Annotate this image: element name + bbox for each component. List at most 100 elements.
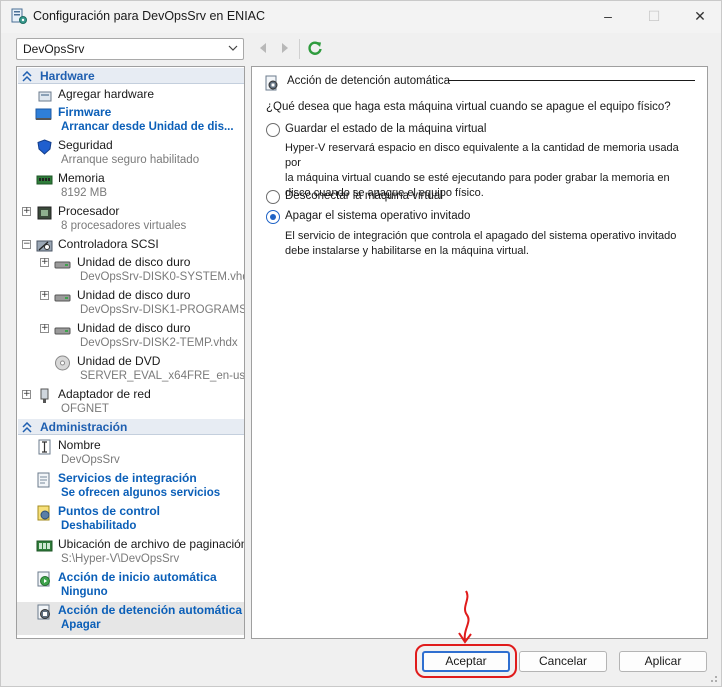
tree-item-sub: DevOpsSrv-DISK0-SYSTEM.vhdx (80, 271, 245, 283)
tree-item-label: Agregar hardware (58, 87, 155, 101)
description-line: Hyper-V reservará espacio en disco equiv… (285, 142, 679, 169)
paging-file-icon (36, 540, 53, 552)
tree-item-name[interactable]: Nombre DevOpsSrv (17, 437, 244, 470)
radio-turn-off[interactable] (266, 190, 280, 204)
tree-item-integration-services[interactable]: Servicios de integración Se ofrecen algu… (17, 470, 244, 503)
description-line: El servicio de integración que controla … (285, 230, 677, 242)
description-line: debe instalarse y habilitarse en la máqu… (285, 245, 529, 257)
vm-selector[interactable]: DevOpsSrv (16, 38, 244, 60)
tree-item-sub: DevOpsSrv-DISK2-TEMP.vhdx (80, 337, 238, 349)
tree-item-label: Adaptador de red (58, 387, 151, 401)
tree-item-dvd[interactable]: Unidad de DVD SERVER_EVAL_x64FRE_en-us..… (17, 353, 244, 386)
tree-item-sub: Apagar (61, 619, 101, 631)
option-save-state-label[interactable]: Guardar el estado de la máquina virtual (285, 123, 486, 135)
option-shutdown-guest-description: El servicio de integración que controla … (285, 229, 695, 259)
tree-item-sub: S:\Hyper-V\DevOpsSrv (61, 553, 180, 565)
hardware-section-header[interactable]: Hardware (18, 68, 244, 84)
hard-disk-icon (54, 261, 71, 269)
tree-item-sub: Arrancar desde Unidad de dis... (61, 121, 234, 133)
tree-item-sub: Arranque seguro habilitado (61, 154, 200, 166)
forward-arrow-icon[interactable] (280, 42, 290, 54)
tree-item-checkpoints[interactable]: Puntos de control Deshabilitado (17, 503, 244, 536)
tree-item-hard-disk-0[interactable]: + Unidad de disco duro DevOpsSrv-DISK0-S… (17, 254, 244, 287)
hard-disk-icon (54, 327, 71, 335)
tree-item-sub: Se ofrecen algunos servicios (61, 487, 221, 499)
tree-item-label: Controladora SCSI (58, 237, 159, 251)
vm-selector-value: DevOpsSrv (23, 42, 85, 56)
ok-button[interactable]: Aceptar (422, 651, 510, 672)
window-title: Configuración para DevOpsSrv en ENIAC (33, 9, 266, 23)
option-shutdown-guest-label[interactable]: Apagar el sistema operativo invitado (285, 210, 470, 222)
question-text: ¿Qué desea que haga esta máquina virtual… (266, 101, 671, 113)
option-turn-off-label[interactable]: Desconectar la máquina virtual (285, 190, 443, 202)
management-section-header[interactable]: Administración (18, 419, 244, 435)
network-adapter-icon (40, 388, 49, 403)
tree-item-hard-disk-2[interactable]: + Unidad de disco duro DevOpsSrv-DISK2-T… (17, 320, 244, 353)
group-divider (448, 80, 695, 81)
tree-item-network-adapter[interactable]: + Adaptador de red OFGNET (17, 386, 244, 419)
expand-toggle[interactable]: + (22, 207, 31, 216)
settings-window: Configuración para DevOpsSrv en ENIAC – … (0, 0, 722, 687)
back-arrow-icon[interactable] (258, 42, 268, 54)
close-button[interactable]: ✕ (677, 1, 722, 31)
tree-item-label: Firmware (58, 105, 112, 119)
management-header-label: Administración (40, 420, 128, 434)
apply-button[interactable]: Aplicar (619, 651, 707, 672)
minimize-button[interactable]: – (585, 1, 631, 31)
title-bar: Configuración para DevOpsSrv en ENIAC – … (1, 1, 721, 33)
tree-item-label: Unidad de DVD (77, 354, 161, 368)
tree-item-hard-disk-1[interactable]: + Unidad de disco duro DevOpsSrv-DISK1-P… (17, 287, 244, 320)
resize-grip-icon[interactable] (708, 673, 718, 683)
maximize-button[interactable]: ☐ (631, 1, 677, 31)
memory-icon (36, 175, 53, 185)
scsi-icon (36, 240, 53, 252)
radio-save-state[interactable] (266, 123, 280, 137)
tree-item-label: Ubicación de archivo de paginación ... (58, 537, 245, 551)
name-icon (38, 439, 51, 455)
toolbar-separator (299, 39, 300, 59)
auto-stop-icon (265, 75, 278, 91)
tree-item-firmware[interactable]: Firmware Arrancar desde Unidad de dis... (17, 104, 244, 137)
expand-toggle[interactable]: + (40, 258, 49, 267)
tree-item-label: Memoria (58, 171, 105, 185)
expand-toggle[interactable]: + (40, 324, 49, 333)
hardware-header-label: Hardware (40, 69, 95, 83)
checkpoint-icon (37, 505, 50, 521)
tree-item-paging-file[interactable]: Ubicación de archivo de paginación ... S… (17, 536, 244, 569)
tree-item-label: Unidad de disco duro (77, 321, 191, 335)
integration-services-icon (37, 472, 50, 488)
tree-item-label: Seguridad (58, 138, 113, 152)
cancel-button[interactable]: Cancelar (519, 651, 607, 672)
tree-item-sub: 8192 MB (61, 187, 108, 199)
auto-start-icon (37, 571, 50, 587)
tree-item-processor[interactable]: + Procesador 8 procesadores virtuales (17, 203, 244, 236)
tree-item-auto-stop[interactable]: Acción de detención automática Apagar (17, 602, 244, 635)
collapse-toggle[interactable]: − (22, 240, 31, 249)
tree-item-label: Servicios de integración (58, 471, 197, 485)
tree-item-label: Unidad de disco duro (77, 288, 191, 302)
hard-disk-icon (54, 294, 71, 302)
collapse-chevrons-icon (22, 422, 32, 433)
tree-item-sub: Deshabilitado (61, 520, 137, 532)
tree-item-memory[interactable]: Memoria 8192 MB (17, 170, 244, 203)
refresh-icon[interactable] (307, 40, 323, 56)
group-title: Acción de detención automática (287, 75, 451, 87)
vm-settings-icon (11, 8, 27, 24)
expand-toggle[interactable]: + (40, 291, 49, 300)
description-line: la máquina virtual cuando se esté ejecut… (285, 172, 670, 184)
tree-item-security[interactable]: Seguridad Arranque seguro habilitado (17, 137, 244, 170)
tree-item-label: Nombre (58, 438, 101, 452)
tree-item-label: Unidad de disco duro (77, 255, 191, 269)
tree-item-label: Acción de detención automática (58, 603, 243, 617)
processor-icon (37, 206, 52, 220)
radio-shutdown-guest[interactable] (266, 210, 280, 224)
settings-detail-panel: Acción de detención automática ¿Qué dese… (251, 66, 708, 639)
tree-item-sub: DevOpsSrv-DISK1-PROGRAMS... (80, 304, 245, 316)
tree-item-auto-start[interactable]: Acción de inicio automática Ninguno (17, 569, 244, 602)
tree-item-sub: 8 procesadores virtuales (61, 220, 187, 232)
expand-toggle[interactable]: + (22, 390, 31, 399)
tree-item-sub: Ninguno (61, 586, 108, 598)
collapse-chevrons-icon (22, 71, 32, 82)
chevron-down-icon (228, 45, 238, 51)
tree-item-sub: DevOpsSrv (61, 454, 120, 466)
